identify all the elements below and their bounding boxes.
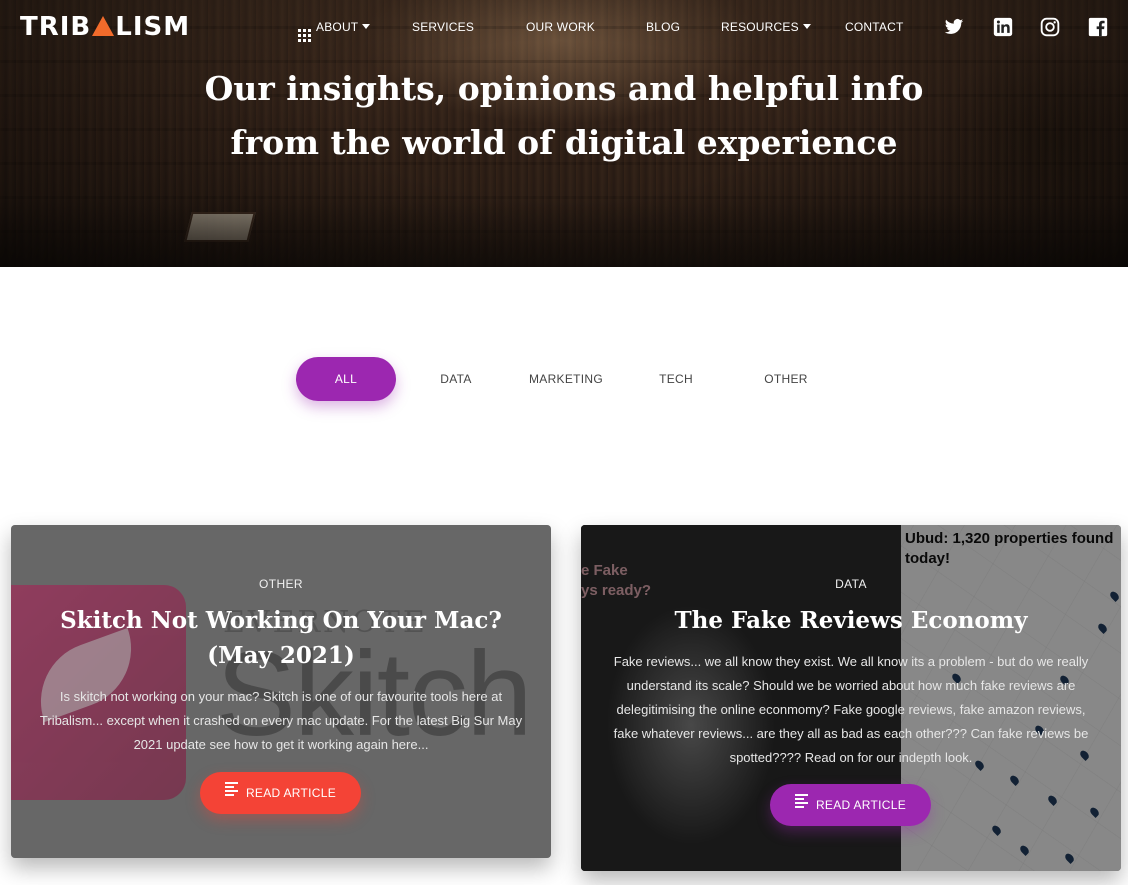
filter-all[interactable]: ALL: [296, 357, 396, 401]
instagram-icon[interactable]: [1040, 17, 1060, 37]
nav-resources[interactable]: RESOURCES: [721, 20, 811, 34]
logo-triangle-icon: [92, 16, 115, 36]
read-article-button[interactable]: READ ARTICLE: [770, 784, 931, 826]
filter-data[interactable]: DATA: [416, 357, 496, 401]
filter-tech[interactable]: TECH: [636, 357, 716, 401]
card-title[interactable]: Skitch Not Working On Your Mac? (May 202…: [31, 603, 531, 673]
tribalism-logo[interactable]: TRIB LISM: [20, 12, 190, 42]
nav-blog[interactable]: BLOG: [646, 20, 680, 34]
filter-other[interactable]: OTHER: [746, 357, 826, 401]
card-title[interactable]: The Fake Reviews Economy: [601, 603, 1101, 638]
facebook-icon[interactable]: [1088, 17, 1108, 37]
article-card-skitch[interactable]: EVERNOTE Skitch OTHER Skitch Not Working…: [11, 525, 551, 858]
read-article-button[interactable]: READ ARTICLE: [200, 772, 361, 814]
card-category: DATA: [835, 577, 867, 591]
caret-down-icon: [362, 24, 371, 29]
nav-services[interactable]: SERVICES: [412, 20, 474, 34]
article-lines-icon: [224, 782, 238, 798]
article-lines-icon: [794, 794, 808, 810]
card-description: Is skitch not working on your mac? Skitc…: [39, 689, 523, 752]
hero-title-line-1: Our insights, opinions and helpful info: [204, 69, 924, 108]
nav-about[interactable]: ABOUT: [298, 20, 371, 42]
card-category: OTHER: [259, 577, 303, 591]
article-card-fake-reviews[interactable]: e Fake ys ready? Ubud: 1,320 properties …: [581, 525, 1121, 871]
grid-icon: [298, 29, 311, 42]
twitter-icon[interactable]: [944, 17, 964, 37]
card-description: Fake reviews... we all know they exist. …: [613, 654, 1089, 765]
nav-contact[interactable]: CONTACT: [845, 20, 904, 34]
hero-title-line-2: from the world of digital experience: [230, 123, 898, 162]
nav-our-work[interactable]: OUR WORK: [526, 20, 595, 34]
filter-marketing[interactable]: MARKETING: [516, 357, 616, 401]
hero-title: Our insights, opinions and helpful info …: [0, 62, 1128, 170]
top-navigation: TRIB LISM ABOUT SERVICES OUR WORK BLOG RE…: [0, 0, 1128, 56]
linkedin-icon[interactable]: [993, 17, 1013, 37]
caret-down-icon: [802, 24, 811, 29]
